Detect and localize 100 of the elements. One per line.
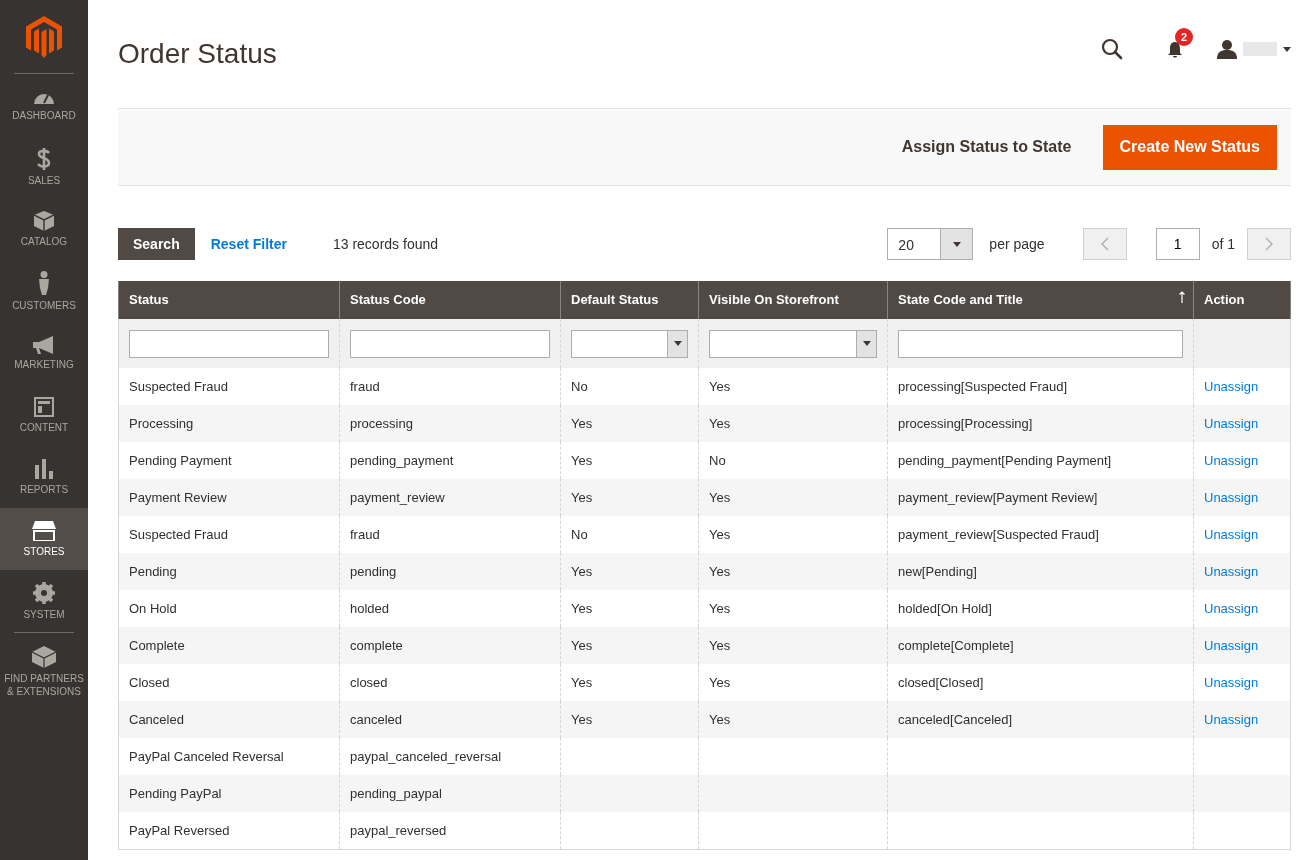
table-cell: holded <box>350 600 390 616</box>
records-count: 13 records found <box>332 234 439 254</box>
create-status-button[interactable]: Create New Status <box>1102 124 1277 170</box>
sidebar-item[interactable]: STORES <box>0 508 88 570</box>
table-cell: paypal_canceled_reversal <box>350 748 502 764</box>
table-cell: paypal_reversed <box>350 822 447 838</box>
bell-icon[interactable] <box>1167 40 1183 59</box>
unassign-link[interactable]: Unassign <box>1204 526 1259 542</box>
filter-field[interactable] <box>898 329 1183 358</box>
storefront-icon <box>32 520 56 541</box>
caret-icon <box>673 341 682 346</box>
search-icon[interactable] <box>1101 38 1123 60</box>
table-cell: No <box>571 378 588 394</box>
table-cell: Yes <box>571 674 593 690</box>
table-cell: PayPal Canceled Reversal <box>129 748 284 764</box>
logo-icon <box>26 15 62 58</box>
column-header[interactable]: Action <box>1193 281 1291 319</box>
page-count: of 1 <box>1211 234 1235 254</box>
per-page-select[interactable]: 20 <box>887 228 974 260</box>
table-cell: payment_review <box>350 489 445 505</box>
table-cell: Yes <box>571 637 593 653</box>
layout-icon <box>34 396 54 417</box>
table-cell: Yes <box>571 489 593 505</box>
table-cell: Pending <box>129 563 177 579</box>
sidebar-item[interactable]: SALES <box>0 136 88 198</box>
unassign-link[interactable]: Unassign <box>1204 600 1259 616</box>
table-cell: Yes <box>709 489 731 505</box>
table-cell: payment_review[Payment Review] <box>898 489 1098 505</box>
filter-field[interactable] <box>350 329 550 358</box>
table-cell: Suspected Fraud <box>129 378 228 394</box>
dollar-icon <box>37 147 51 170</box>
sidebar-item[interactable]: REPORTS <box>0 446 88 508</box>
table-cell: pending_payment[Pending Payment] <box>898 452 1112 468</box>
sidebar-item[interactable]: CUSTOMERS <box>0 260 88 322</box>
column-header[interactable]: Status Code <box>339 281 561 319</box>
unassign-link[interactable]: Unassign <box>1204 674 1259 690</box>
search-button[interactable]: Search <box>118 228 195 260</box>
table-cell: processing[Suspected Fraud] <box>898 378 1068 394</box>
next-page-button[interactable] <box>1247 228 1291 260</box>
chevron-right-icon <box>1265 237 1273 251</box>
table-cell: pending_payment <box>350 452 454 468</box>
table-cell: payment_review[Suspected Fraud] <box>898 526 1099 542</box>
box-icon <box>34 210 54 231</box>
sidebar-item[interactable]: CATALOG <box>0 198 88 260</box>
table-cell: processing <box>350 415 413 431</box>
per-page-label: per page <box>989 234 1045 254</box>
caret-icon[interactable] <box>1283 46 1291 52</box>
page-title: Order Status <box>118 37 277 71</box>
table-cell: complete <box>350 637 403 653</box>
table-cell: No <box>709 452 726 468</box>
table-cell: processing[Processing] <box>898 415 1033 431</box>
caret-icon <box>952 241 961 247</box>
unassign-link[interactable]: Unassign <box>1204 378 1259 394</box>
table-cell: PayPal Reversed <box>129 822 230 838</box>
table-cell: holded[On Hold] <box>898 600 992 616</box>
table-cell: Closed <box>129 674 170 690</box>
unassign-link[interactable]: Unassign <box>1204 452 1259 468</box>
blocks-icon <box>32 646 56 668</box>
assign-status-button[interactable]: Assign Status to State <box>886 135 1087 159</box>
table-cell: Yes <box>709 674 731 690</box>
sort-arrow-icon <box>1179 291 1185 303</box>
bar-chart-icon <box>35 458 53 479</box>
user-icon[interactable] <box>1217 39 1237 59</box>
table-cell: On Hold <box>129 600 177 616</box>
table-cell: canceled <box>350 711 403 727</box>
page-input[interactable]: 1 <box>1155 228 1200 260</box>
table-cell: Yes <box>571 711 593 727</box>
filter-select[interactable] <box>571 329 688 358</box>
table-cell: new[Pending] <box>898 563 977 579</box>
table-cell: pending <box>350 563 397 579</box>
table-cell: Yes <box>709 600 731 616</box>
filter-field[interactable] <box>129 329 329 358</box>
column-header[interactable]: Status <box>118 281 340 319</box>
table-cell: Processing <box>129 415 194 431</box>
sidebar-item[interactable]: FIND PARTNERS & EXTENSIONS <box>0 633 88 711</box>
notification-count: 2 <box>1175 28 1193 46</box>
reset-filter-link[interactable]: Reset Filter <box>210 233 287 255</box>
table-cell: Pending Payment <box>129 452 232 468</box>
sidebar-item[interactable]: SYSTEM <box>0 570 88 632</box>
megaphone-icon <box>33 335 55 354</box>
table-cell: fraud <box>350 378 380 394</box>
table-cell: Yes <box>709 415 731 431</box>
table-cell: Pending PayPal <box>129 785 222 801</box>
column-header[interactable]: State Code and Title <box>887 281 1194 319</box>
table-cell: Yes <box>571 415 593 431</box>
filter-select[interactable] <box>709 329 877 358</box>
column-header[interactable]: Visible On Storefront <box>698 281 888 319</box>
previous-page-button[interactable] <box>1082 228 1127 260</box>
table-cell: pending_paypal <box>350 785 442 801</box>
gear-icon <box>33 581 55 604</box>
table-cell: closed <box>350 674 388 690</box>
table-cell: Yes <box>709 378 731 394</box>
sidebar-item[interactable]: CONTENT <box>0 384 88 446</box>
chevron-left-icon <box>1100 237 1109 251</box>
column-header[interactable]: Default Status <box>560 281 699 319</box>
table-cell: Yes <box>571 600 593 616</box>
sidebar-item[interactable]: DASHBOARD <box>0 74 88 136</box>
sidebar-item[interactable]: MARKETING <box>0 322 88 384</box>
table-cell: Yes <box>709 711 731 727</box>
table-cell: Payment Review <box>129 489 227 505</box>
